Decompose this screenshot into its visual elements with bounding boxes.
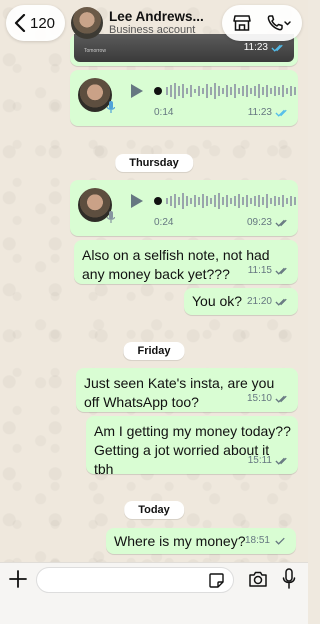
contact-subtitle: Business account xyxy=(109,24,196,37)
shop-icon[interactable] xyxy=(232,13,252,33)
back-button[interactable]: 120 xyxy=(6,5,66,41)
chevron-left-icon xyxy=(14,14,26,32)
camera-icon[interactable] xyxy=(248,570,268,588)
message-meta: 15:10 xyxy=(247,389,290,408)
voice-message[interactable]: 0:14 11:23 xyxy=(70,70,298,126)
microphone-icon[interactable] xyxy=(282,568,296,590)
voice-message[interactable]: 0:24 09:23 xyxy=(70,180,298,236)
message-time: 18:51 xyxy=(244,535,270,546)
delivered-tick-icon xyxy=(275,298,287,306)
chat-header: 120 Lee Andrews... Business account xyxy=(0,0,308,46)
microphone-icon xyxy=(106,101,116,113)
text-message[interactable]: Am I getting my money today?? Getting a … xyxy=(86,416,298,477)
message-meta: 15:11 xyxy=(248,451,290,470)
play-icon[interactable] xyxy=(130,193,144,209)
header-actions xyxy=(222,5,302,41)
text-message[interactable]: Also on a selfish note, not had any mone… xyxy=(74,240,298,284)
microphone-icon xyxy=(106,211,116,223)
text-message[interactable]: You ok? 21:20 xyxy=(184,288,298,315)
delivered-tick-icon xyxy=(275,267,287,275)
voice-duration: 0:14 xyxy=(154,107,174,118)
waveform[interactable] xyxy=(154,80,304,102)
message-time: 11:15 xyxy=(247,265,272,276)
message-meta: 18:51 xyxy=(245,531,288,550)
contact-avatar[interactable] xyxy=(71,7,104,39)
date-separator: Friday xyxy=(123,342,185,360)
play-icon[interactable] xyxy=(130,83,144,99)
date-separator: Thursday xyxy=(115,154,193,172)
message-time: 21:20 xyxy=(246,296,272,307)
contact-info[interactable]: Lee Andrews... Business account xyxy=(109,10,222,37)
plus-icon[interactable] xyxy=(8,569,28,589)
message-meta: 21:20 xyxy=(247,292,290,311)
contact-name: Lee Andrews... xyxy=(109,9,204,24)
message-meta: 11:23 xyxy=(248,103,290,122)
delivered-tick-icon xyxy=(275,395,287,403)
message-composer xyxy=(0,562,308,624)
message-time: 15:11 xyxy=(247,455,272,466)
sticker-icon[interactable] xyxy=(208,572,225,589)
read-tick-icon xyxy=(275,109,287,117)
waveform[interactable] xyxy=(154,190,304,212)
text-message[interactable]: Where is my money? 18:51 xyxy=(106,528,296,554)
phone-call-icon[interactable] xyxy=(266,13,292,33)
unread-count: 120 xyxy=(30,14,56,32)
message-meta: 11:15 xyxy=(248,261,290,280)
message-time: 15:10 xyxy=(246,393,272,404)
message-time: 09:23 xyxy=(246,217,272,228)
message-time: 11:23 xyxy=(247,107,272,118)
message-meta: 09:23 xyxy=(247,213,290,232)
voice-duration: 0:24 xyxy=(154,217,174,228)
message-input[interactable] xyxy=(36,567,234,593)
text-message[interactable]: Just seen Kate's insta, are you off What… xyxy=(76,368,298,412)
delivered-tick-icon xyxy=(275,457,287,465)
delivered-tick-icon xyxy=(275,219,287,227)
date-separator: Today xyxy=(124,501,184,519)
sent-tick-icon xyxy=(275,537,285,545)
